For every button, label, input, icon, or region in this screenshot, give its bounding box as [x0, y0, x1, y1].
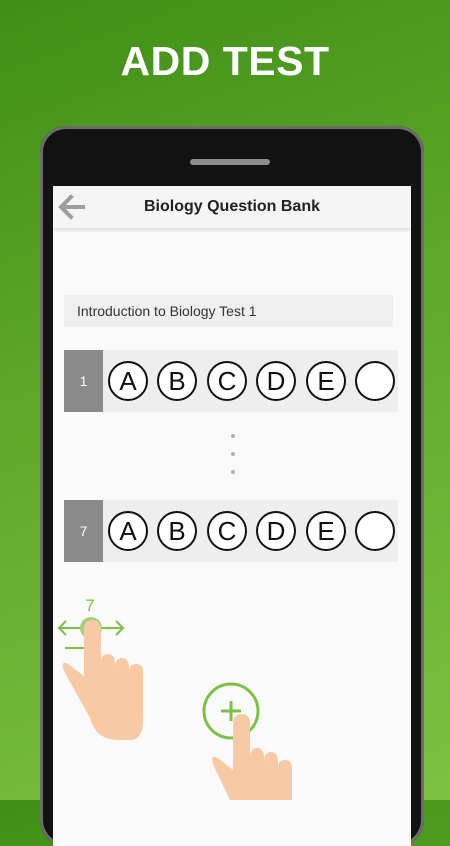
gesture-hints: 7	[57, 596, 292, 800]
gesture-value: 7	[85, 596, 94, 615]
swipe-hand-icon: 7	[57, 596, 143, 740]
